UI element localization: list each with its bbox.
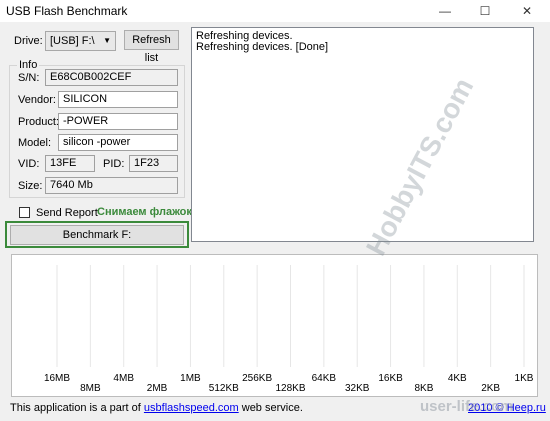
send-report-label: Send Report [36,207,98,219]
product-label: Product: [18,116,59,128]
vendor-field[interactable]: SILICON [58,91,178,108]
usbflashspeed-link[interactable]: usbflashspeed.com [144,402,239,414]
tick-label: 256KB [242,373,272,384]
title-bar: USB Flash Benchmark — ☐ ✕ [0,0,550,22]
size-label: Size: [18,180,43,192]
sn-field: E68C0B002CEF [45,69,178,86]
drive-select[interactable]: [USB] F:\ ▼ [45,31,116,51]
maximize-icon[interactable]: ☐ [465,0,505,22]
tick-label: 2MB [147,383,168,394]
window-title: USB Flash Benchmark [6,4,128,18]
vid-label: VID: [18,158,40,170]
minimize-icon[interactable]: — [425,0,465,22]
tick-label: 8KB [414,383,433,394]
pid-field: 1F23 [129,155,178,172]
drive-label: Drive: [14,35,43,47]
annotation-text: Снимаем флажок [97,206,192,218]
benchmark-chart: 16MB 8MB 4MB 2MB 1MB 512KB 256KB 128KB 64KB 32KB 1… [11,254,538,397]
tick-label: 1MB [180,373,201,384]
footer-suffix: web service. [238,402,303,414]
chart-svg: 16MB 8MB 4MB 2MB 1MB 512KB256KB128KB 64KB 32KB 1… [44,265,534,394]
chevron-down-icon: ▼ [103,36,111,45]
size-field: 7640 Mb [45,177,178,194]
drive-select-value: [USB] F:\ [50,35,95,47]
tick-label: 16KB [378,373,403,384]
log-panel: Refreshing devices. Refreshing devices. … [191,27,534,242]
tick-label: 2KB [481,383,500,394]
product-field[interactable]: -POWER [58,113,178,130]
footer-prefix: This application is a part of [10,402,144,414]
vendor-label: Vendor: [18,94,56,106]
pid-label: PID: [103,158,125,170]
send-report-checkbox[interactable] [19,207,30,218]
model-label: Model: [18,137,52,149]
watermark-footer: user-life.com [420,398,514,415]
log-line: Refreshing devices. [Done] [196,41,329,53]
tick-label: 4MB [113,373,134,384]
tick-label: 4KB [448,373,467,384]
tick-label: 16MB [44,373,70,384]
tick-label: 512KB [209,383,239,394]
refresh-list-button[interactable]: Refresh list [124,30,179,64]
close-icon[interactable]: ✕ [507,0,547,22]
info-legend: Info [17,59,40,71]
tick-label: 32KB [345,383,370,394]
benchmark-button[interactable]: Benchmark F: [10,225,184,245]
footer-text: This application is a part of usbflashsp… [10,402,303,414]
tick-label: 64KB [312,373,337,384]
tick-label: 128KB [275,383,305,394]
tick-label: 8MB [80,383,101,394]
vid-field: 13FE [45,155,95,172]
model-field[interactable]: silicon -power [58,134,178,151]
sn-label: S/N: [18,72,40,84]
tick-label: 1KB [515,373,534,384]
